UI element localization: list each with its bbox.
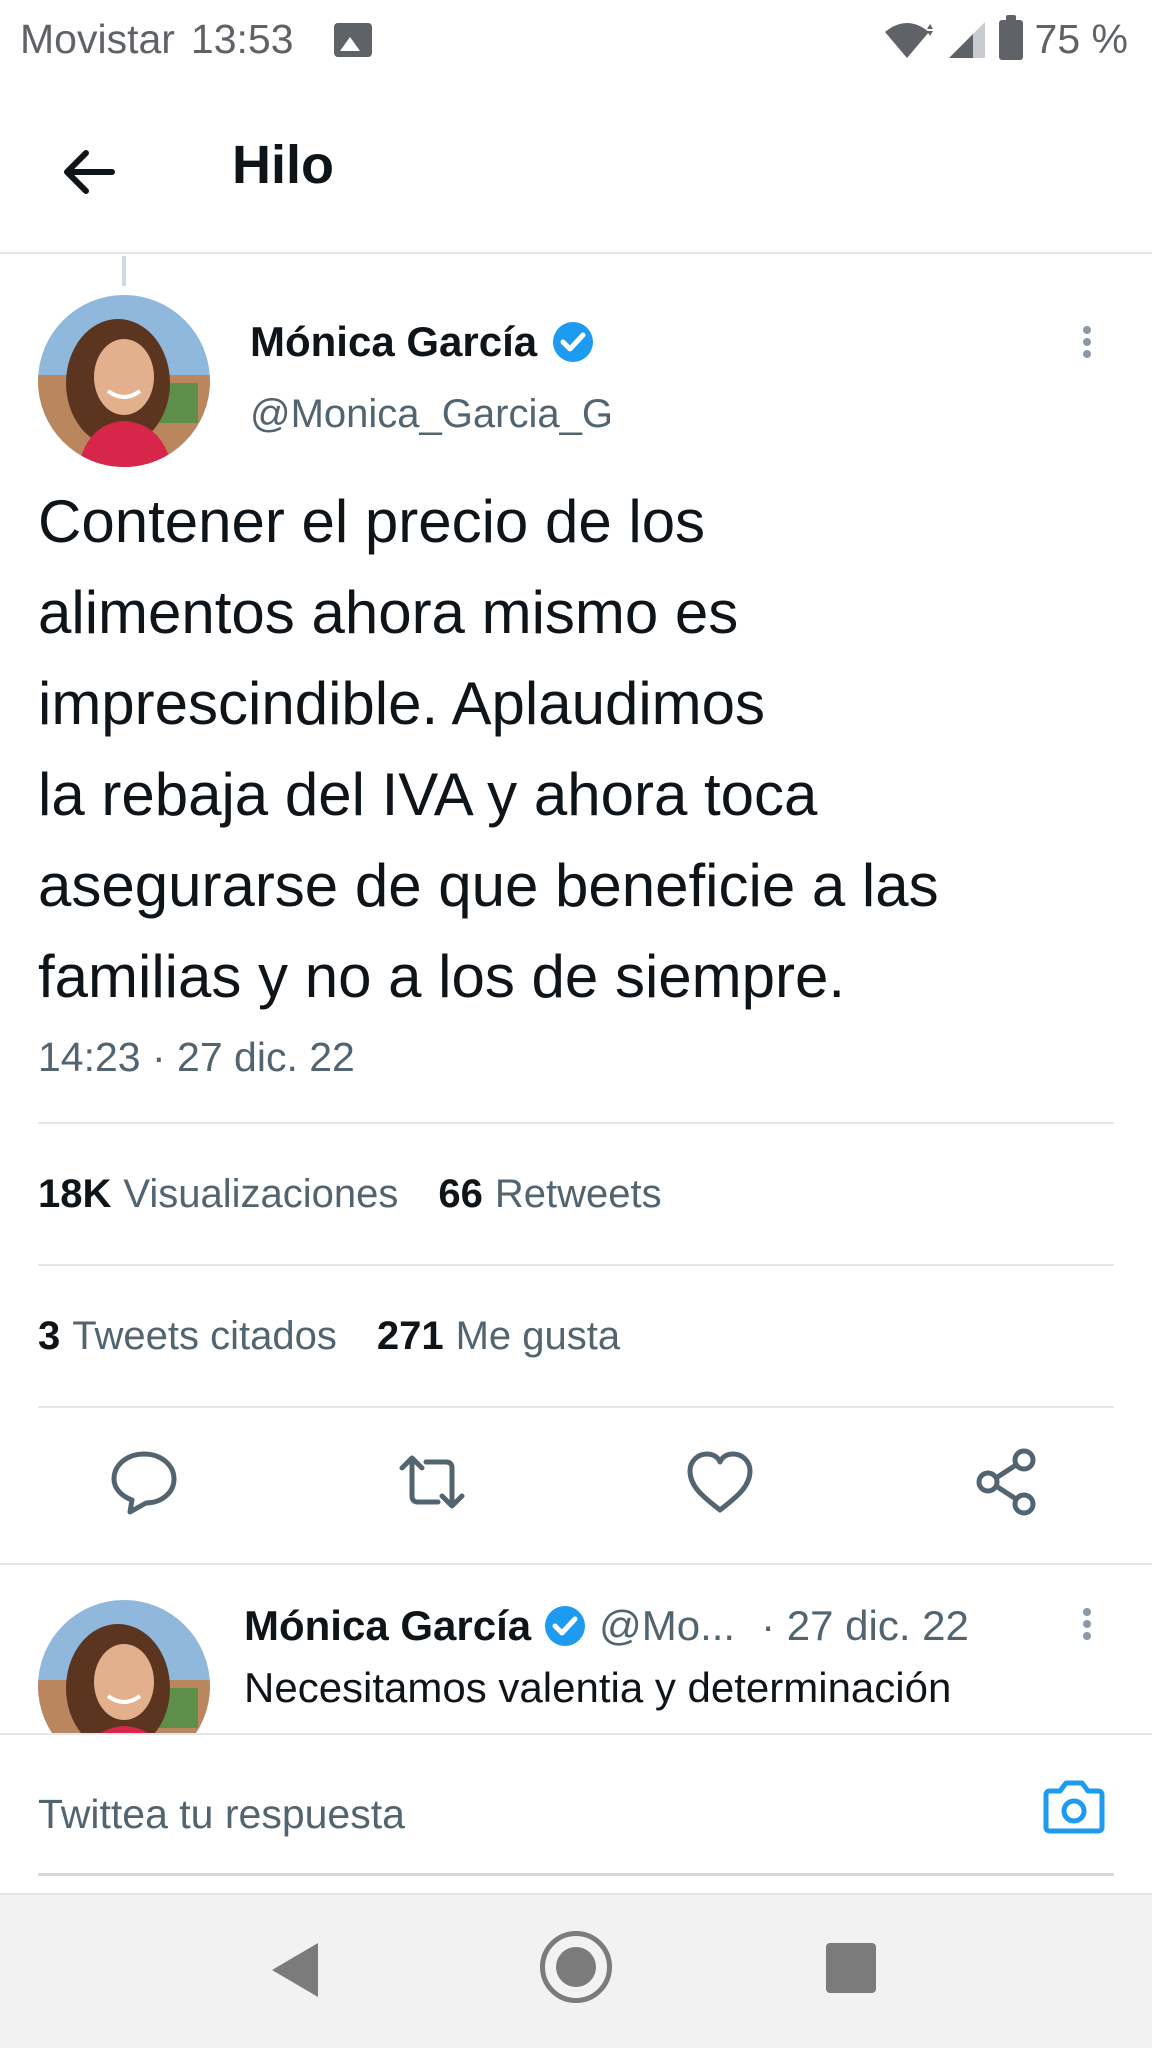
views-label: Visualizaciones bbox=[123, 1172, 399, 1216]
retweet-icon bbox=[399, 1455, 465, 1509]
more-dots-icon bbox=[1083, 338, 1091, 346]
reply-date[interactable]: · 27 dic. 22 bbox=[761, 1602, 969, 1650]
signal-icon bbox=[948, 21, 985, 58]
nav-home-icon[interactable] bbox=[540, 1931, 612, 2003]
status-bar-right: 75 % bbox=[883, 14, 1128, 63]
divider bbox=[38, 1264, 1114, 1266]
reply-composer bbox=[0, 1733, 1152, 1893]
carrier-name: Movistar bbox=[20, 16, 175, 62]
more-dots-icon bbox=[1083, 1632, 1091, 1640]
verified-badge-icon bbox=[553, 322, 594, 362]
battery-level: 75 % bbox=[1034, 16, 1128, 62]
reply-button[interactable] bbox=[106, 1444, 182, 1520]
image-notification-icon bbox=[333, 22, 372, 57]
page-title: Hilo bbox=[232, 135, 334, 195]
more-options-button[interactable] bbox=[1070, 322, 1104, 372]
back-button[interactable] bbox=[50, 132, 130, 212]
avatar-photo bbox=[38, 295, 210, 467]
battery-icon bbox=[998, 14, 1023, 60]
tweet-actions-bar bbox=[0, 1444, 1152, 1528]
more-dots-icon bbox=[1083, 326, 1091, 334]
divider bbox=[38, 1122, 1114, 1124]
retweets-stat[interactable]: 66 Retweets bbox=[438, 1172, 661, 1217]
author-name-row: Mónica García bbox=[250, 318, 595, 366]
likes-stat[interactable]: 271 Me gusta bbox=[377, 1314, 620, 1359]
more-dots-icon bbox=[1083, 1620, 1091, 1628]
more-dots-icon bbox=[1083, 350, 1091, 358]
like-icon bbox=[687, 1451, 753, 1513]
thread-connector-line bbox=[122, 256, 126, 286]
divider bbox=[0, 1563, 1152, 1565]
author-name[interactable]: Mónica García bbox=[250, 318, 537, 366]
tweet-text: Contener el precio de los alimentos ahor… bbox=[38, 488, 939, 1010]
quotes-label: Tweets citados bbox=[72, 1314, 337, 1358]
share-icon bbox=[976, 1448, 1036, 1516]
reply-author-handle[interactable]: @Mo... bbox=[599, 1602, 735, 1650]
nav-back-icon[interactable] bbox=[272, 1943, 318, 1997]
wifi-icon bbox=[884, 22, 933, 58]
likes-label: Me gusta bbox=[455, 1314, 621, 1358]
arrow-left-icon bbox=[64, 150, 115, 194]
tweet-timestamp[interactable]: 14:23 · 27 dic. 22 bbox=[38, 1034, 355, 1081]
camera-button[interactable] bbox=[1042, 1775, 1106, 1837]
screen: Movistar 13:53 75 % Hilo Mónica García @… bbox=[0, 0, 1152, 2048]
more-dots-icon bbox=[1083, 1608, 1091, 1616]
stats-row-quotes-likes: 3 Tweets citados 271 Me gusta bbox=[38, 1314, 620, 1359]
divider bbox=[38, 1406, 1114, 1408]
quotes-stat[interactable]: 3 Tweets citados bbox=[38, 1314, 337, 1359]
retweets-count: 66 bbox=[438, 1172, 483, 1216]
camera-icon bbox=[1043, 1780, 1105, 1834]
share-button[interactable] bbox=[968, 1444, 1044, 1520]
author-handle[interactable]: @Monica_Garcia_G bbox=[250, 392, 613, 437]
reply-text: Necesitamos valentia y determinación bbox=[244, 1664, 952, 1711]
retweet-button[interactable] bbox=[394, 1444, 470, 1520]
android-nav-bar bbox=[0, 1893, 1152, 2048]
reply-header: Mónica García @Mo... · 27 dic. 22 bbox=[244, 1602, 969, 1650]
quotes-count: 3 bbox=[38, 1314, 61, 1358]
clock: 13:53 bbox=[190, 16, 294, 62]
app-header: Hilo bbox=[0, 84, 1152, 254]
verified-badge-icon bbox=[545, 1606, 586, 1646]
composer-underline bbox=[38, 1873, 1114, 1876]
retweets-label: Retweets bbox=[494, 1172, 662, 1216]
reply-author-name[interactable]: Mónica García bbox=[244, 1602, 531, 1650]
like-button[interactable] bbox=[682, 1444, 758, 1520]
author-avatar[interactable] bbox=[38, 295, 210, 467]
views-count: 18K bbox=[38, 1172, 112, 1216]
status-bar: Movistar 13:53 75 % bbox=[0, 0, 1152, 84]
reply-input[interactable] bbox=[38, 1779, 1018, 1849]
status-bar-left: Movistar 13:53 bbox=[20, 16, 372, 63]
views-stat[interactable]: 18K Visualizaciones bbox=[38, 1172, 398, 1217]
nav-recents-icon[interactable] bbox=[826, 1943, 876, 1993]
stats-row-views-retweets: 18K Visualizaciones 66 Retweets bbox=[38, 1172, 662, 1217]
reply-icon bbox=[111, 1451, 177, 1515]
reply-more-options-button[interactable] bbox=[1070, 1604, 1104, 1654]
likes-count: 271 bbox=[376, 1314, 444, 1358]
